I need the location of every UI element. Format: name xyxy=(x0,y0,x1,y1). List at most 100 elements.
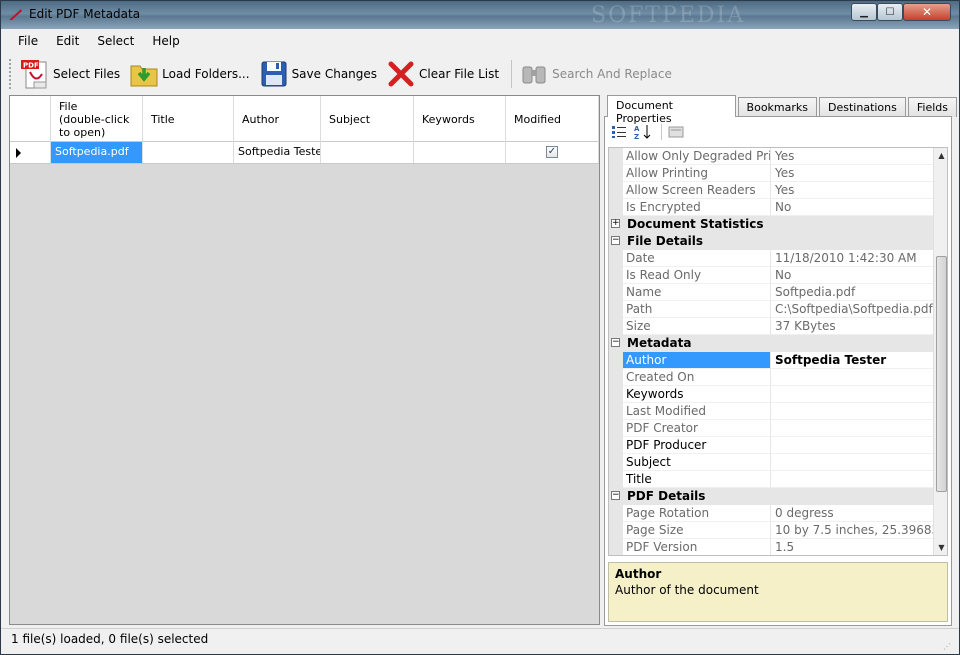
property-value[interactable]: Softpedia Tester xyxy=(771,352,933,369)
row-header[interactable] xyxy=(10,142,51,163)
tab-document-properties[interactable]: Document Properties xyxy=(607,95,736,125)
property-grid-scrollbar[interactable]: ▲ ▼ xyxy=(933,148,947,555)
property-row[interactable]: PDF Creator xyxy=(609,420,933,437)
property-value[interactable] xyxy=(771,471,933,488)
property-row[interactable]: PDF Producer xyxy=(609,437,933,454)
scroll-up-icon[interactable]: ▲ xyxy=(934,148,947,163)
file-grid[interactable]: File (double-click to open) Title Author… xyxy=(9,95,600,625)
property-row[interactable]: Is Encrypted No xyxy=(609,199,933,216)
maximize-button[interactable]: ☐ xyxy=(877,3,903,21)
category-document-statistics[interactable]: + Document Statistics xyxy=(609,216,933,233)
property-row[interactable]: Allow Screen Readers Yes xyxy=(609,182,933,199)
property-value[interactable]: C:\Softpedia\Softpedia.pdf xyxy=(771,301,933,318)
property-row[interactable]: Path C:\Softpedia\Softpedia.pdf xyxy=(609,301,933,318)
menu-help[interactable]: Help xyxy=(143,31,188,53)
category-metadata[interactable]: − Metadata xyxy=(609,335,933,352)
property-row[interactable]: Title xyxy=(609,471,933,488)
expand-icon[interactable]: + xyxy=(611,219,620,228)
column-header-keywords[interactable]: Keywords xyxy=(414,96,506,142)
minimize-button[interactable]: ▁ xyxy=(851,3,877,21)
property-row[interactable]: Allow Only Degraded Printi Yes xyxy=(609,148,933,165)
resize-grip-icon[interactable]: ⋰ xyxy=(943,643,951,651)
property-value[interactable] xyxy=(771,437,933,454)
menu-edit[interactable]: Edit xyxy=(47,31,88,53)
property-value[interactable] xyxy=(771,386,933,403)
cell-keywords[interactable] xyxy=(414,142,506,163)
select-files-button[interactable]: PDF Select Files xyxy=(19,57,120,91)
property-row[interactable]: Last Modified xyxy=(609,403,933,420)
column-header-author[interactable]: Author xyxy=(234,96,321,142)
folder-icon xyxy=(128,58,160,90)
title-bar[interactable]: Edit PDF Metadata SOFTPEDIA ▁ ☐ ✕ xyxy=(1,1,959,29)
window-title: Edit PDF Metadata xyxy=(29,7,141,21)
modified-checkbox[interactable]: ✓ xyxy=(546,146,558,158)
category-label: Metadata xyxy=(627,336,692,350)
property-row[interactable]: Created On xyxy=(609,369,933,386)
categorized-view-button[interactable] xyxy=(609,123,629,141)
property-row[interactable]: Is Read Only No xyxy=(609,267,933,284)
property-row[interactable]: Page Size 10 by 7.5 inches, 25.39683 b xyxy=(609,522,933,539)
scroll-thumb[interactable] xyxy=(936,256,947,492)
property-value[interactable]: Softpedia.pdf xyxy=(771,284,933,301)
property-value[interactable]: 0 degress xyxy=(771,505,933,522)
property-value[interactable]: No xyxy=(771,267,933,284)
property-value[interactable]: Yes xyxy=(771,165,933,182)
column-header-modified[interactable]: Modified xyxy=(506,96,599,142)
property-value[interactable] xyxy=(771,369,933,386)
collapse-icon[interactable]: − xyxy=(611,491,620,500)
close-button[interactable]: ✕ xyxy=(903,3,951,21)
tab-fields[interactable]: Fields xyxy=(907,97,957,117)
property-row[interactable]: Keywords xyxy=(609,386,933,403)
table-row[interactable]: Softpedia.pdf Softpedia Tester ✓ xyxy=(10,142,599,164)
property-value[interactable]: 37 KBytes xyxy=(771,318,933,335)
clear-file-list-button[interactable]: Clear File List xyxy=(385,57,499,91)
property-value[interactable] xyxy=(771,403,933,420)
property-value[interactable]: 10 by 7.5 inches, 25.39683 b xyxy=(771,522,933,539)
current-row-arrow-icon xyxy=(16,148,21,158)
load-folders-button[interactable]: Load Folders... xyxy=(128,57,250,91)
property-value[interactable]: 1.5 xyxy=(771,539,933,555)
property-name: Allow Screen Readers xyxy=(623,182,771,199)
property-row[interactable]: Page Rotation 0 degress xyxy=(609,505,933,522)
alphabetical-view-button[interactable]: A Z xyxy=(633,123,653,141)
property-row[interactable]: PDF Version 1.5 xyxy=(609,539,933,555)
cell-subject[interactable] xyxy=(321,142,414,163)
property-value[interactable] xyxy=(771,454,933,471)
collapse-icon[interactable]: − xyxy=(611,338,620,347)
property-row[interactable]: Name Softpedia.pdf xyxy=(609,284,933,301)
save-changes-button[interactable]: Save Changes xyxy=(258,57,377,91)
category-file-details[interactable]: − File Details xyxy=(609,233,933,250)
floppy-disk-icon xyxy=(258,58,290,90)
property-row[interactable]: Subject xyxy=(609,454,933,471)
property-pages-button[interactable] xyxy=(666,123,686,141)
cell-author[interactable]: Softpedia Tester xyxy=(234,142,321,163)
cell-file[interactable]: Softpedia.pdf xyxy=(51,142,143,163)
property-value[interactable] xyxy=(771,420,933,437)
property-grid[interactable]: Allow Only Degraded Printi Yes Allow Pri… xyxy=(608,147,948,556)
scroll-down-icon[interactable]: ▼ xyxy=(934,540,947,555)
property-name: Allow Only Degraded Printi xyxy=(623,148,771,165)
property-help-box: Author Author of the document xyxy=(608,562,948,622)
column-header-file[interactable]: File (double-click to open) xyxy=(51,96,143,142)
menu-file[interactable]: File xyxy=(9,31,47,53)
property-value[interactable]: No xyxy=(771,199,933,216)
property-value[interactable]: 11/18/2010 1:42:30 AM xyxy=(771,250,933,267)
property-row[interactable]: Allow Printing Yes xyxy=(609,165,933,182)
property-value[interactable]: Yes xyxy=(771,148,933,165)
sort-az-icon: A Z xyxy=(634,125,651,140)
tab-destinations[interactable]: Destinations xyxy=(819,97,906,117)
property-row[interactable]: Date 11/18/2010 1:42:30 AM xyxy=(609,250,933,267)
cell-modified[interactable]: ✓ xyxy=(506,142,599,163)
toolbar-grip[interactable] xyxy=(9,59,13,89)
category-pdf-details[interactable]: − PDF Details xyxy=(609,488,933,505)
property-row-author[interactable]: Author Softpedia Tester xyxy=(609,352,933,369)
property-row[interactable]: Size 37 KBytes xyxy=(609,318,933,335)
column-header-subject[interactable]: Subject xyxy=(321,96,414,142)
cell-title[interactable] xyxy=(143,142,234,163)
tab-bookmarks[interactable]: Bookmarks xyxy=(737,97,818,117)
menu-select[interactable]: Select xyxy=(88,31,143,53)
search-and-replace-button[interactable]: Search And Replace xyxy=(518,57,672,91)
column-header-title[interactable]: Title xyxy=(143,96,234,142)
collapse-icon[interactable]: − xyxy=(611,236,620,245)
property-value[interactable]: Yes xyxy=(771,182,933,199)
